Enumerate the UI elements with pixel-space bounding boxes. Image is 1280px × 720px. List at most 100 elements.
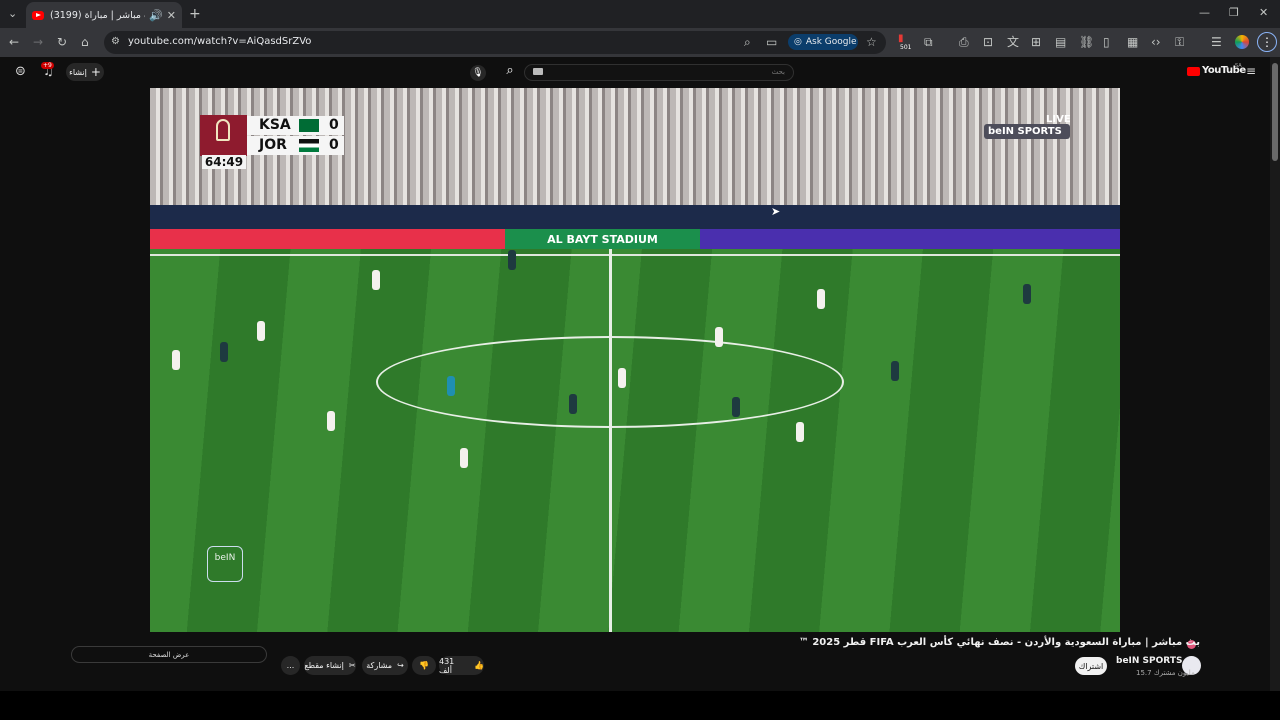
player-white [372,270,380,290]
keyboard-icon[interactable] [533,68,543,75]
match-clock: 64:49 [202,155,246,169]
print-icon[interactable]: ⎙ [959,35,969,49]
away-team-row: JOR 0 [247,136,344,155]
device-icon[interactable]: ▯ [1103,35,1110,49]
browser-menu-icon[interactable]: ⋮ [1257,32,1277,52]
create-label: إنشاء [69,67,87,77]
home-team: KSA [259,117,291,133]
player-white [817,289,825,309]
home-icon[interactable]: ⌂ [81,35,89,49]
search-placeholder: بحث [771,68,785,76]
minimize-icon[interactable]: — [1199,6,1210,19]
player-white [327,411,335,431]
profile-avatar-icon[interactable] [1235,35,1249,49]
channel-name[interactable]: beIN SPORTS [1116,656,1182,666]
player-dark [891,361,899,381]
share-label: مشاركة [366,661,393,670]
mouse-cursor-icon: ➤ [771,205,781,218]
bein-connect-label: beIN [214,553,236,563]
password-icon[interactable]: ⚿ [1175,35,1184,49]
code-icon[interactable]: ‹› [1151,35,1161,49]
player-dark [732,397,740,417]
more-actions-button[interactable]: ... [281,656,300,675]
url-text[interactable]: youtube.com/watch?v=AiQasdSrZVo [128,36,311,47]
qiib-ad-board [150,229,505,249]
youtube-logo-icon[interactable] [1187,67,1200,76]
search-button-icon[interactable]: ⌕ [499,63,521,82]
player-dark [508,250,516,270]
ask-google-button[interactable]: ◎ Ask Google [788,34,858,50]
ask-google-label: Ask Google [805,37,857,47]
thumbs-down-icon: 👎 [419,661,429,670]
browser-tab[interactable]: (3199) بث مباشر | مباراة 🔊 ✕ [26,2,182,28]
player-white [172,350,180,370]
voice-search-icon[interactable]: 🎙 [470,65,486,81]
cast-icon[interactable]: ▭ [766,35,777,49]
player-white [796,422,804,442]
scrollbar-thumb[interactable] [1272,63,1278,161]
dislike-button[interactable]: 👎 [412,656,436,675]
zoom-icon[interactable]: ⌕ [744,35,751,49]
player-white [460,448,468,468]
extensions-icon[interactable]: ⧉ [924,35,933,49]
region-code: SA [1235,63,1242,69]
video-title: بث مباشر | مباراة السعودية والأردن - نصف… [798,637,1200,648]
youtube-favicon-icon [32,10,44,20]
video-player[interactable]: AL BAYT STADIUM 64:49 KSA 0 JOR 0 LIVE b… [150,88,1120,632]
link-icon[interactable]: ⛓ [1079,35,1094,49]
plus-icon: + [90,65,101,79]
lens-icon: ◎ [794,37,802,47]
screenshot-icon[interactable]: ⊡ [983,35,993,49]
page-scrollbar[interactable] [1270,57,1280,691]
bottom-bar [0,691,1280,720]
window-close-icon[interactable]: ✕ [1259,6,1268,19]
back-icon[interactable]: ← [9,35,19,49]
subscribe-button[interactable]: اشتراك [1075,657,1107,675]
bein-connect-logo: beIN [207,546,243,582]
jordan-flag-icon [299,139,319,152]
translate-icon[interactable]: 文 [1007,35,1019,49]
touchline [150,254,1120,256]
site-info-icon[interactable]: ⚙ [111,35,120,49]
new-tab-icon[interactable]: + [189,6,201,22]
reading-mode-icon[interactable]: ▤ [1055,35,1066,49]
audio-icon[interactable]: 🔊 [149,9,163,22]
sponsor-ad-board [700,229,1120,249]
restore-icon[interactable]: ❐ [1229,6,1239,19]
tournament-logo [200,115,247,156]
vr-headset-icon[interactable]: ⊜ [15,64,26,79]
player-dark [569,394,577,414]
create-button[interactable]: إنشاء + [66,63,104,81]
side-panel-icon[interactable]: ☰ [1211,35,1222,49]
player-white [618,368,626,388]
away-score: 0 [329,137,339,153]
browser-toolbar: ← → ↻ ⌂ ⚙ youtube.com/watch?v=AiQasdSrZV… [0,28,1280,57]
forward-icon[interactable]: → [33,35,43,49]
subscriber-count: 15.7 مليون مشترك [1136,669,1195,677]
player-white [257,321,265,341]
bookmark-star-icon[interactable]: ☆ [866,35,877,49]
player-dark [1023,284,1031,304]
apps-icon[interactable]: ⊞ [1031,35,1041,49]
search-input[interactable]: بحث [524,64,794,81]
tab-close-icon[interactable]: ✕ [167,9,176,22]
like-count: 431 ألف [439,656,455,675]
advertising-boards: AL BAYT STADIUM [150,229,1120,249]
scissors-icon: ✂ [348,661,356,670]
youtube-header: ⊜ ♫ +9 إنشاء + 🎙 ⌕ بحث YouTube SA ≡ [0,57,1280,87]
reload-icon[interactable]: ↻ [57,35,67,49]
notification-count: +9 [41,62,54,69]
ksa-flag-icon [299,119,319,132]
address-bar[interactable]: ⚙ youtube.com/watch?v=AiQasdSrZVo ⌕ ▭ ◎ … [104,31,886,54]
like-button[interactable]: 431 ألف 👍 [439,656,484,675]
tab-search-chevron-icon[interactable]: ⌄ [8,7,17,20]
calculator-icon[interactable]: ▦ [1127,35,1138,49]
home-team-row: KSA 0 [247,116,344,135]
led-board-band [150,205,1120,231]
share-button[interactable]: مشاركة ↪ [362,656,408,675]
football-pitch [150,249,1120,632]
guide-menu-icon[interactable]: ≡ [1246,64,1256,78]
show-page-button[interactable]: عرض الصفحة [71,646,267,663]
player-dark [220,342,228,362]
clip-button[interactable]: إنشاء مقطع ✂ [304,656,356,675]
